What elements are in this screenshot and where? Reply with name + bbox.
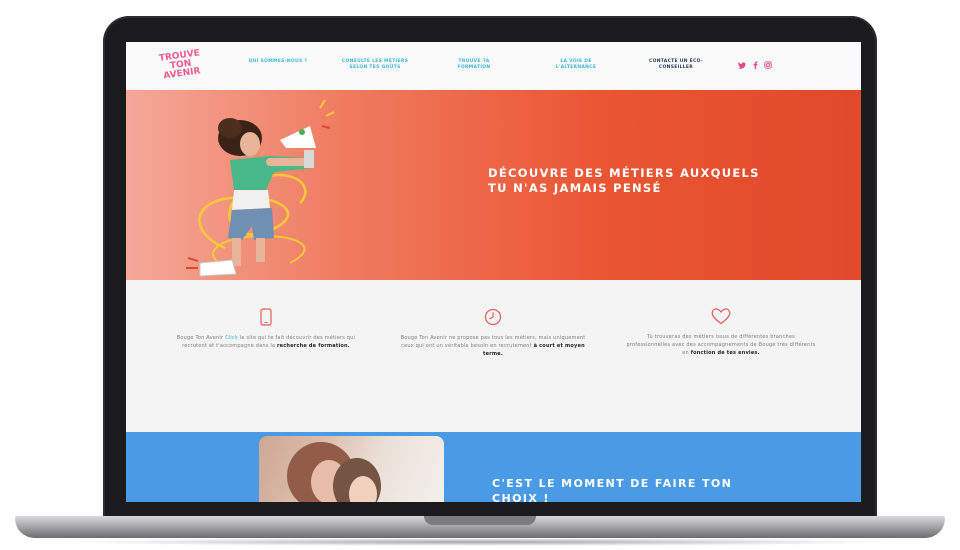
feature-clock: Bouge Ton Avenir ne propose pas tous les… <box>398 308 588 358</box>
hero-banner: DÉCOUVRE DES MÉTIERS AUXQUELS TU N'AS JA… <box>126 90 861 280</box>
hero-title-line-2: TU N'AS JAMAIS PENSÉ <box>488 181 662 195</box>
feature-heart-bold: fonction de tes envies. <box>690 350 760 356</box>
feature-clock-text: Bouge Ton Avenir ne propose pas tous les… <box>398 334 588 358</box>
facebook-icon[interactable] <box>753 61 758 71</box>
nav-item-apprenticeship[interactable]: LA VOIE DE L'ALTERNANCE <box>546 59 606 71</box>
top-navigation: TROUVE TON AVENIR QUI SOMMES-NOUS ? CONS… <box>126 42 861 90</box>
laptop-shadow <box>60 538 900 546</box>
feature-phone-text: Bouge Ton Avenir Click le site qui te fa… <box>171 334 361 350</box>
feature-heart: Tu trouveras des métiers issus de différ… <box>626 308 816 357</box>
nav-item-jobs[interactable]: CONSULTE LES MÉTIERS SELON TES GOÛTS <box>334 59 416 71</box>
features-section: Bouge Ton Avenir Click le site qui te fa… <box>126 280 861 432</box>
choice-title-line-2: CHOIX ! <box>492 492 550 502</box>
choice-section: C'EST LE MOMENT DE FAIRE TON CHOIX ! <box>126 432 861 502</box>
nav-item-about[interactable]: QUI SOMMES-NOUS ? <box>238 59 318 65</box>
instagram-icon[interactable] <box>764 61 772 71</box>
people-photo <box>259 436 444 502</box>
feature-heart-text: Tu trouveras des métiers issus de différ… <box>626 333 816 357</box>
hero-title: DÉCOUVRE DES MÉTIERS AUXQUELS TU N'AS JA… <box>488 166 788 196</box>
nav-item-contact[interactable]: CONTACTE UN ÉCO-CONSEILLER <box>644 59 708 71</box>
clock-icon <box>484 308 502 326</box>
feature-phone-bold: recherche de formation. <box>277 343 350 349</box>
hero-illustration <box>186 99 335 277</box>
heart-icon <box>711 308 731 325</box>
laptop-notch <box>424 516 536 525</box>
feature-phone-link[interactable]: Click <box>225 335 238 341</box>
nav-item-training[interactable]: TROUVE TA FORMATION <box>448 59 500 71</box>
social-links <box>738 61 772 71</box>
section-photo <box>259 436 444 502</box>
twitter-icon[interactable] <box>738 62 746 71</box>
hero-title-line-1: DÉCOUVRE DES MÉTIERS AUXQUELS <box>488 166 760 180</box>
phone-icon <box>260 308 272 326</box>
site-logo[interactable]: TROUVE TON AVENIR <box>158 48 204 85</box>
feature-phone-text-a: Bouge Ton Avenir <box>176 335 224 341</box>
choice-title-line-1: C'EST LE MOMENT DE FAIRE TON <box>492 477 733 490</box>
feature-phone: Bouge Ton Avenir Click le site qui te fa… <box>171 308 361 350</box>
choice-title: C'EST LE MOMENT DE FAIRE TON CHOIX ! <box>492 476 812 502</box>
laptop-screen: TROUVE TON AVENIR QUI SOMMES-NOUS ? CONS… <box>126 42 861 502</box>
